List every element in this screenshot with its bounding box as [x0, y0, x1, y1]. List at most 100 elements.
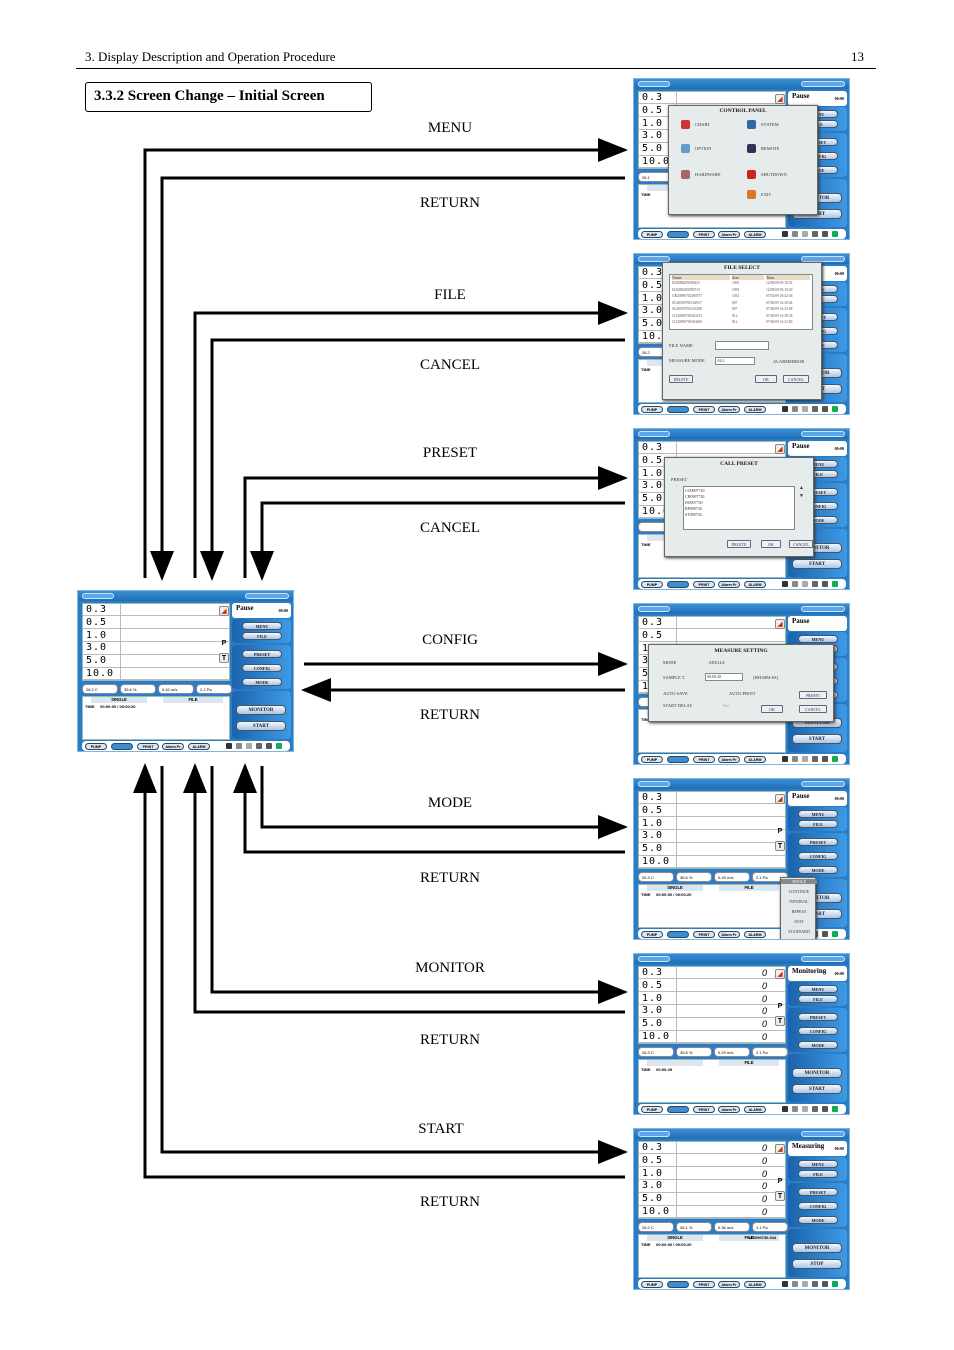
- tab-right[interactable]: [801, 1131, 845, 1137]
- tab-left[interactable]: [638, 606, 670, 612]
- bottom-button-2[interactable]: PRINT: [693, 230, 715, 238]
- mode-button[interactable]: MODE: [242, 678, 282, 686]
- t-button[interactable]: T: [775, 1191, 785, 1201]
- chart-icon[interactable]: ◢: [775, 619, 785, 629]
- bottom-button-1[interactable]: LIVE: [667, 930, 689, 938]
- tab-left[interactable]: [638, 781, 670, 787]
- bottom-button-1[interactable]: LIVE: [667, 1280, 689, 1288]
- bottom-button-2[interactable]: PRINT: [693, 1280, 715, 1288]
- bottom-button-1[interactable]: LIVE: [667, 1105, 689, 1113]
- ok-button[interactable]: OK: [761, 540, 781, 548]
- tab-left[interactable]: [82, 593, 114, 599]
- bottom-button-1[interactable]: LIVE: [667, 580, 689, 588]
- file-name-input[interactable]: [715, 341, 769, 350]
- menu-button[interactable]: MENU: [798, 635, 838, 643]
- control-panel-item-hardware[interactable]: HARDWARE: [695, 172, 721, 177]
- file-cell[interactable]: 12/09/08 09:19:20: [766, 288, 792, 292]
- preset-button[interactable]: PRESET: [798, 838, 838, 846]
- bottom-button-4[interactable]: ALARM: [744, 230, 766, 238]
- bottom-button-0[interactable]: PUMP: [641, 1105, 663, 1113]
- bottom-button-4[interactable]: ALARM: [744, 580, 766, 588]
- mode-option[interactable]: SINGLE: [781, 879, 817, 884]
- auto-save-checkbox[interactable]: AUTO SAVE: [663, 691, 688, 696]
- system-icon[interactable]: [747, 120, 756, 129]
- delete-button[interactable]: DELETE: [669, 375, 693, 383]
- ok-button[interactable]: OK: [755, 375, 777, 383]
- file-cell[interactable]: 07/06/09 16:33:00: [766, 320, 792, 324]
- monitor-button[interactable]: MONITOR: [236, 705, 286, 715]
- bottom-button-2[interactable]: PRINT: [693, 580, 715, 588]
- file-cell[interactable]: IS2008I209090719: [672, 288, 700, 292]
- file-cell[interactable]: SG20090706163308: [672, 307, 702, 311]
- file-cell[interactable]: 07/02/09 18:42:36: [766, 294, 792, 298]
- file-cell[interactable]: 812: [732, 320, 737, 324]
- file-cell[interactable]: 07/06/09 16:33:08: [766, 307, 792, 311]
- file-button[interactable]: FILE: [798, 820, 838, 828]
- file-button[interactable]: FILE: [798, 1170, 838, 1178]
- bottom-button-1[interactable]: LIVE: [667, 405, 689, 413]
- menu-button[interactable]: MENU: [798, 985, 838, 993]
- bottom-button-0[interactable]: PUMP: [641, 1280, 663, 1288]
- file-cell[interactable]: 1993: [732, 281, 739, 285]
- tab-right[interactable]: [801, 781, 845, 787]
- preset-item[interactable]: CR0907730: [685, 494, 704, 499]
- start-button[interactable]: START: [236, 721, 286, 731]
- preset-item[interactable]: ST090730: [685, 512, 702, 517]
- file-button[interactable]: FILE: [798, 995, 838, 1003]
- file-button[interactable]: FILE: [242, 632, 282, 640]
- bottom-button-4[interactable]: ALARM: [744, 930, 766, 938]
- mode-option[interactable]: REPEAT: [781, 909, 817, 914]
- tab-left[interactable]: [638, 431, 670, 437]
- chart-icon[interactable]: ◢: [775, 794, 785, 804]
- bottom-button-3[interactable]: Alarm Pr: [718, 230, 740, 238]
- control-panel-item-chart[interactable]: CHART: [695, 122, 710, 127]
- menu-button[interactable]: MENU: [242, 622, 282, 630]
- menu-button[interactable]: MENU: [798, 1160, 838, 1168]
- bottom-button-3[interactable]: Alarm Pr: [718, 1280, 740, 1288]
- column-header[interactable]: Size: [732, 275, 764, 280]
- config-button[interactable]: CONFIG: [798, 1202, 838, 1210]
- t-button[interactable]: T: [219, 653, 229, 663]
- bottom-button-0[interactable]: PUMP: [641, 405, 663, 413]
- file-cell[interactable]: 12/09/08 09:18:52: [766, 281, 792, 285]
- stop-button[interactable]: STOP: [792, 1259, 842, 1269]
- bottom-button-4[interactable]: ALARM: [744, 755, 766, 763]
- tab-right[interactable]: [801, 81, 845, 87]
- bottom-button-2[interactable]: PRINT: [693, 1105, 715, 1113]
- file-cell[interactable]: 1052: [732, 294, 739, 298]
- bottom-button-1[interactable]: LIVE: [111, 742, 133, 750]
- bottom-button-3[interactable]: Alarm Pr: [162, 742, 184, 750]
- preset-list[interactable]: CO0907730 CR0907730 IS0907730 RP090730 ST090…: [683, 486, 795, 530]
- chart-icon[interactable]: ◢: [775, 444, 785, 454]
- bottom-button-3[interactable]: Alarm Pr: [718, 1105, 740, 1113]
- bottom-button-3[interactable]: Alarm Pr: [718, 405, 740, 413]
- preset-item[interactable]: IS0907730: [685, 500, 703, 505]
- bottom-button-4[interactable]: ALARM: [744, 405, 766, 413]
- column-header[interactable]: Time: [766, 275, 810, 280]
- chart-icon[interactable]: ◢: [775, 1144, 785, 1154]
- mode-button[interactable]: MODE: [798, 1041, 838, 1049]
- start-button[interactable]: START: [792, 734, 842, 744]
- option-icon[interactable]: [681, 144, 690, 153]
- sample-time-input[interactable]: 00:00:20: [705, 673, 743, 681]
- tab-left[interactable]: [638, 81, 670, 87]
- file-cell[interactable]: CO20090706163155: [672, 314, 702, 318]
- bottom-button-1[interactable]: LIVE: [667, 230, 689, 238]
- cancel-button[interactable]: CANCEL: [783, 375, 809, 383]
- bottom-button-2[interactable]: PRINT: [137, 742, 159, 750]
- file-cell[interactable]: CO20090706163630: [672, 320, 702, 324]
- mode-option[interactable]: INTERVAL: [781, 899, 817, 904]
- file-cell[interactable]: 07/06/09 16:30:04: [766, 301, 792, 305]
- chart-icon[interactable]: ◢: [775, 94, 785, 104]
- file-cell[interactable]: SG20090706162957: [672, 301, 702, 305]
- preset-button[interactable]: PRESET: [798, 1013, 838, 1021]
- bottom-button-4[interactable]: ALARM: [744, 1105, 766, 1113]
- tab-right[interactable]: [801, 956, 845, 962]
- chart-icon[interactable]: ◢: [775, 969, 785, 979]
- bottom-button-3[interactable]: Alarm Pr: [718, 755, 740, 763]
- auto-print-checkbox[interactable]: AUTO PRINT: [729, 691, 756, 696]
- file-cell[interactable]: 807: [732, 307, 737, 311]
- config-button[interactable]: CONFIG: [798, 852, 838, 860]
- remote-icon[interactable]: [747, 144, 756, 153]
- scroll-down-icon[interactable]: ▼: [799, 494, 804, 499]
